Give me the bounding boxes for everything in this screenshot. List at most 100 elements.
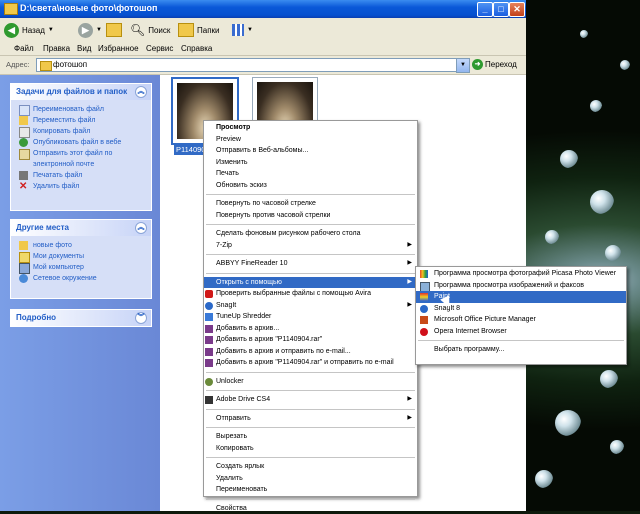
task-print[interactable]: Печатать файл (11, 170, 151, 181)
minimize-button[interactable]: _ (477, 2, 493, 17)
menu-item-web-albums[interactable]: Отправить в Веб-альбомы... (204, 145, 417, 157)
menu-item-avira[interactable]: Проверить выбранные файлы с помощью Avir… (204, 288, 417, 300)
details-panel: Подробно ︾ (10, 309, 152, 327)
place-label: Мои документы (33, 253, 84, 260)
title-bar[interactable]: D:\света\новые фото\фотошоп _ □ ✕ (0, 0, 526, 18)
menu-item-refresh-thumbnail[interactable]: Обновить эскиз (204, 180, 417, 192)
menu-item-rename[interactable]: Переименовать (204, 484, 417, 496)
task-rename[interactable]: Переименовать файл (11, 104, 151, 115)
task-email[interactable]: Отправить этот файл по (11, 148, 151, 159)
forward-button[interactable]: ▶ ▼ (78, 21, 102, 39)
menu-bar: Файл Правка Вид Избранное Сервис Справка (0, 42, 526, 56)
task-publish[interactable]: Опубликовать файл в вебе (11, 137, 151, 148)
search-button[interactable]: 🔍︎ Поиск (130, 21, 170, 39)
menu-item-properties[interactable]: Свойства (204, 503, 417, 514)
place-my-documents[interactable]: Мои документы (11, 251, 151, 262)
menu-item-send-to[interactable]: Отправить▶ (204, 413, 417, 425)
menu-item-cut[interactable]: Вырезать (204, 431, 417, 443)
menu-separator (206, 427, 415, 428)
image-viewer-icon (420, 282, 430, 292)
open-with-choose-program[interactable]: Выбрать программу... (416, 344, 626, 356)
up-folder-button[interactable] (106, 21, 122, 39)
open-with-opera[interactable]: Opera Internet Browser (416, 326, 626, 338)
details-header[interactable]: Подробно ︾ (11, 310, 151, 326)
menu-view[interactable]: Вид (77, 44, 91, 53)
menu-item-add-archive[interactable]: Добавить в архив... (204, 323, 417, 335)
menu-item-abbyy[interactable]: ABBYY FineReader 10▶ (204, 258, 417, 270)
menu-separator (206, 273, 415, 274)
tuneup-icon (205, 313, 213, 321)
menu-item-archive-email[interactable]: Добавить в архив и отправить по e-mail..… (204, 346, 417, 358)
menu-separator (206, 499, 415, 500)
task-delete[interactable]: ✕Удалить файл (11, 181, 151, 192)
open-with-image-viewer[interactable]: Программа просмотра изображений и факсов (416, 280, 626, 292)
place-network[interactable]: Сетевое окружение (11, 273, 151, 284)
place-my-computer[interactable]: Мой компьютер (11, 262, 151, 273)
menu-favorites[interactable]: Избранное (98, 44, 139, 53)
menu-item-delete[interactable]: Удалить (204, 473, 417, 485)
menu-item-create-shortcut[interactable]: Создать ярлык (204, 461, 417, 473)
menu-item-view[interactable]: Просмотр (204, 122, 417, 134)
back-button[interactable]: ◀ Назад ▼ (4, 21, 54, 39)
menu-item-set-wallpaper[interactable]: Сделать фоновым рисунком рабочего стола (204, 228, 417, 240)
views-icon (232, 24, 244, 36)
chevron-down-icon: ▼ (96, 27, 102, 33)
open-with-picasa[interactable]: Программа просмотра фотографий Picasa Ph… (416, 268, 626, 280)
task-email-cont[interactable]: электронной почте (11, 159, 151, 170)
task-copy[interactable]: Копировать файл (11, 126, 151, 137)
task-move[interactable]: Переместить файл (11, 115, 151, 126)
place-new-photos[interactable]: новые фото (11, 240, 151, 251)
task-label: Удалить файл (33, 183, 79, 190)
menu-item-print[interactable]: Печать (204, 168, 417, 180)
address-input[interactable]: фотошоп (36, 58, 463, 72)
menu-item-adobe-drive[interactable]: Adobe Drive CS4▶ (204, 394, 417, 406)
menu-item-copy[interactable]: Копировать (204, 443, 417, 455)
adobe-drive-icon (205, 396, 213, 404)
submenu-arrow-icon: ▶ (407, 300, 412, 312)
globe-icon (19, 138, 28, 147)
other-places-header[interactable]: Другие места ︽ (11, 220, 151, 236)
toolbar: ◀ Назад ▼ ▶ ▼ 🔍︎ Поиск Папки ▼ (0, 18, 526, 43)
folder-icon (19, 241, 28, 250)
address-dropdown-button[interactable]: ▼ (456, 58, 470, 73)
menu-item-unlocker[interactable]: Unlocker (204, 376, 417, 388)
menu-item-add-archive-named[interactable]: Добавить в архив "P1140904.rar" (204, 334, 417, 346)
open-with-office-picture-manager[interactable]: Microsoft Office Picture Manager (416, 314, 626, 326)
back-arrow-icon: ◀ (4, 23, 19, 38)
menu-edit[interactable]: Правка (43, 44, 70, 53)
menu-item-snagit[interactable]: SnagIt▶ (204, 300, 417, 312)
menu-item-open-with[interactable]: Открыть с помощью▶ (204, 277, 417, 289)
printer-icon (19, 171, 28, 180)
collapse-icon[interactable]: ︽ (135, 222, 147, 234)
snagit-icon (420, 305, 428, 313)
expand-icon[interactable]: ︾ (135, 312, 147, 324)
menu-help[interactable]: Справка (181, 44, 212, 53)
menu-item-preview[interactable]: Preview (204, 134, 417, 146)
menu-item-tuneup[interactable]: TuneUp Shredder (204, 311, 417, 323)
address-label: Адрес: (6, 60, 30, 69)
task-label: Отправить этот файл по (33, 150, 112, 157)
folders-button[interactable]: Папки (178, 21, 220, 39)
folders-icon (178, 23, 194, 37)
menu-item-archive-named-email[interactable]: Добавить в архив "P1140904.rar" и отправ… (204, 357, 417, 369)
menu-item-rotate-cw[interactable]: Повернуть по часовой стрелке (204, 198, 417, 210)
close-button[interactable]: ✕ (509, 2, 525, 17)
task-label: Опубликовать файл в вебе (33, 139, 121, 146)
back-label: Назад (22, 26, 45, 35)
menu-item-edit[interactable]: Изменить (204, 157, 417, 169)
window-title: D:\света\новые фото\фотошоп (20, 3, 157, 13)
menu-separator (206, 457, 415, 458)
folder-up-icon (106, 23, 122, 37)
menu-item-7zip[interactable]: 7-Zip▶ (204, 240, 417, 252)
context-menu: Просмотр Preview Отправить в Веб-альбомы… (203, 120, 418, 497)
menu-file[interactable]: Файл (14, 44, 34, 53)
file-tasks-header[interactable]: Задачи для файлов и папок ︽ (11, 84, 151, 100)
go-button[interactable]: ➜ Переход (472, 59, 517, 70)
maximize-button[interactable]: □ (493, 2, 509, 17)
task-label: электронной почте (33, 161, 94, 168)
menu-item-rotate-ccw[interactable]: Повернуть против часовой стрелки (204, 210, 417, 222)
views-button[interactable]: ▼ (232, 21, 253, 39)
collapse-icon[interactable]: ︽ (135, 86, 147, 98)
details-title: Подробно (16, 313, 56, 322)
menu-tools[interactable]: Сервис (146, 44, 173, 53)
